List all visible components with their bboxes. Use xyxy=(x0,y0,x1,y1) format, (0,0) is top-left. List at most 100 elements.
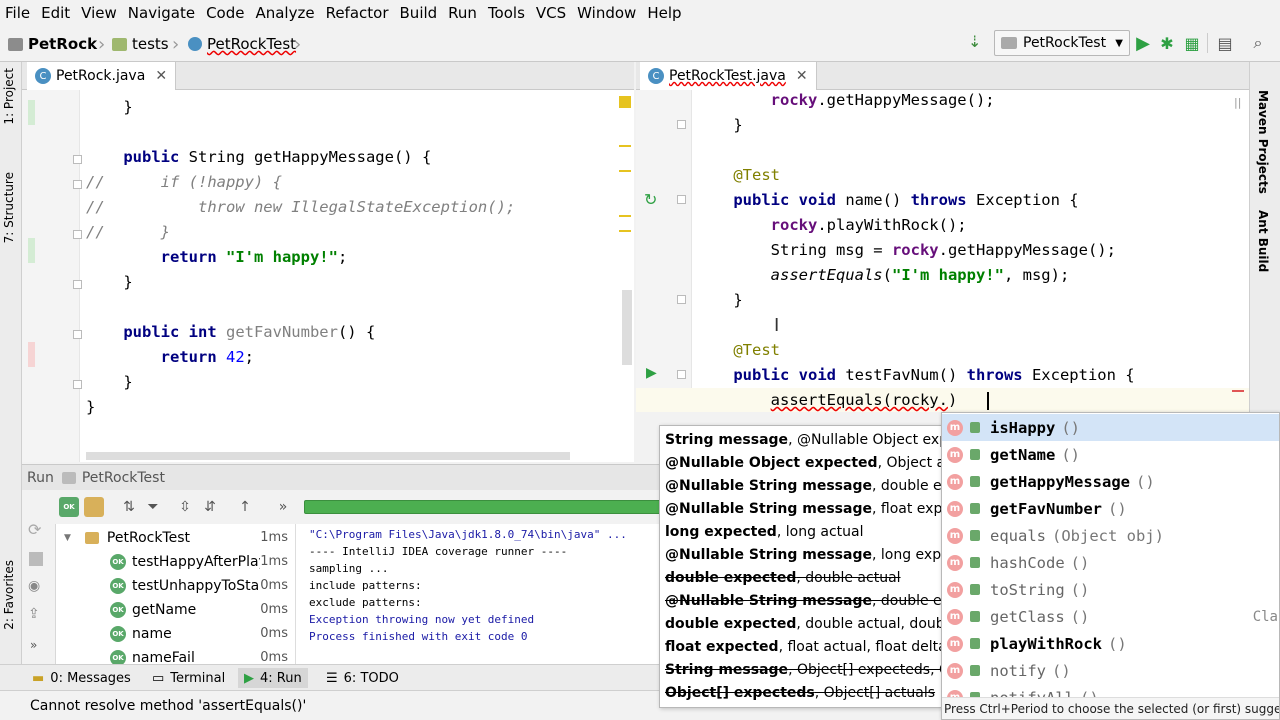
test-row[interactable]: OK nameFail 0ms xyxy=(110,646,294,664)
collapse-all-icon[interactable]: ⇵ xyxy=(200,497,220,517)
run-console[interactable]: "C:\Program Files\Java\jdk1.8.0_74\bin\j… xyxy=(296,524,660,664)
fold-icon[interactable] xyxy=(677,370,686,379)
tool-tab-todo[interactable]: ☰ 6: TODO xyxy=(320,668,405,688)
more-icon[interactable]: » xyxy=(273,497,293,517)
fold-icon[interactable] xyxy=(73,155,82,164)
menu-view[interactable]: View xyxy=(76,4,123,22)
public-visibility-icon xyxy=(970,449,980,460)
completion-item[interactable]: m getClass () Cla xyxy=(942,603,1279,630)
run-config-select[interactable]: PetRockTest ▼ xyxy=(994,30,1130,56)
fold-icon[interactable] xyxy=(73,230,82,239)
test-row[interactable]: OK getName 0ms xyxy=(110,598,294,622)
more-icon[interactable]: » xyxy=(30,638,37,652)
fold-icon[interactable] xyxy=(73,380,82,389)
menu-code[interactable]: Code xyxy=(201,4,250,22)
completion-item[interactable]: m isHappy () xyxy=(942,414,1279,441)
fold-icon[interactable] xyxy=(677,195,686,204)
fold-icon[interactable] xyxy=(73,280,82,289)
show-ignored-toggle[interactable] xyxy=(84,497,104,517)
fold-icon[interactable] xyxy=(73,180,82,189)
menu-build[interactable]: Build xyxy=(395,4,444,22)
search-icon[interactable]: ⌕ xyxy=(1248,33,1268,53)
vertical-scrollbar[interactable] xyxy=(622,290,632,365)
completion-method-args: (Object obj) xyxy=(1052,526,1164,545)
completion-item[interactable]: m toString () xyxy=(942,576,1279,603)
completion-item[interactable]: m equals (Object obj) xyxy=(942,522,1279,549)
breadcrumb-separator-icon: › xyxy=(172,34,180,55)
code-token: Exception { xyxy=(1031,366,1135,384)
tool-tab-terminal[interactable]: ▭ Terminal xyxy=(146,668,231,688)
fold-icon[interactable] xyxy=(677,120,686,129)
breadcrumb-tests[interactable]: tests xyxy=(112,34,169,54)
expand-arrow-icon[interactable]: ▼ xyxy=(64,526,71,550)
close-icon[interactable]: ✕ xyxy=(155,68,167,84)
tool-tab-project[interactable]: 1: Project xyxy=(2,68,16,125)
completion-item[interactable]: m playWithRock () xyxy=(942,630,1279,657)
coverage-icon[interactable]: ▦ xyxy=(1182,33,1202,53)
code-line: } xyxy=(86,270,132,295)
menu-run[interactable]: Run xyxy=(443,4,483,22)
menu-tools[interactable]: Tools xyxy=(483,4,531,22)
completion-item[interactable]: m getFavNumber () xyxy=(942,495,1279,522)
tool-tab-maven[interactable]: Maven Projects xyxy=(1256,90,1270,194)
close-icon[interactable]: ✕ xyxy=(796,68,808,84)
menu-navigate[interactable]: Navigate xyxy=(123,4,201,22)
completion-method-name: getName xyxy=(990,445,1056,464)
tool-tab-structure[interactable]: 7: Structure xyxy=(2,172,16,243)
export-icon[interactable]: ⇪ xyxy=(28,606,40,622)
menu-file[interactable]: File xyxy=(0,4,36,22)
tool-tab-ant[interactable]: Ant Build xyxy=(1256,210,1270,272)
run-test-icon[interactable]: ▶ xyxy=(646,365,657,381)
code-token: .getHappyMessage(); xyxy=(938,241,1116,259)
test-row[interactable]: OK testHappyAfterPlay 1ms xyxy=(110,550,294,574)
menu-window[interactable]: Window xyxy=(572,4,642,22)
tool-tab-messages[interactable]: ▬ 0: Messages xyxy=(26,668,137,688)
snapshot-icon[interactable]: ◉ xyxy=(28,578,40,594)
code-token: rocky xyxy=(696,216,818,234)
completion-item[interactable]: m hashCode () xyxy=(942,549,1279,576)
public-visibility-icon xyxy=(970,476,980,487)
test-row[interactable]: OK name 0ms xyxy=(110,622,294,646)
menu-help[interactable]: Help xyxy=(642,4,687,22)
completion-item[interactable]: m notify () xyxy=(942,657,1279,684)
test-results-tree[interactable]: ▼ PetRockTest 1ms OK testHappyAfterPlay 1ms OK… xyxy=(56,524,296,664)
horizontal-scrollbar[interactable] xyxy=(86,452,570,460)
sort-duration-icon[interactable]: ⏷ xyxy=(143,497,163,517)
menu-refactor[interactable]: Refactor xyxy=(321,4,395,22)
fold-icon[interactable] xyxy=(677,295,686,304)
menu-analyze[interactable]: Analyze xyxy=(250,4,320,22)
debug-icon[interactable]: ✱ xyxy=(1157,33,1177,53)
run-test-rerun-icon[interactable]: ↻ xyxy=(644,190,657,209)
editor-tab-petrock[interactable]: C PetRock.java ✕ xyxy=(27,62,177,90)
code-completion-popup[interactable]: m isHappy () m getName () m getHappyMessage () m g… xyxy=(941,412,1280,720)
menu-edit[interactable]: Edit xyxy=(36,4,76,22)
right-editor[interactable]: ↻ ▶ rocky.getHappyMessage(); } @Test pub… xyxy=(636,90,1249,412)
fold-icon[interactable] xyxy=(73,330,82,339)
menu-vcs[interactable]: VCS xyxy=(531,4,572,22)
project-structure-icon[interactable]: ▤ xyxy=(1215,33,1235,53)
show-passed-toggle[interactable]: OK xyxy=(59,497,79,517)
run-icon[interactable]: ▶ xyxy=(1133,33,1153,54)
vcs-update-icon[interactable]: ⇣ xyxy=(968,32,981,51)
left-editor[interactable]: } public String getHappyMessage() {// if… xyxy=(22,90,634,462)
code-token: testFavNum() xyxy=(845,366,967,384)
completion-item[interactable]: m getHappyMessage () xyxy=(942,468,1279,495)
test-name: name xyxy=(132,626,172,642)
parameter-rest: , float expe xyxy=(871,501,951,517)
tool-tab-favorites[interactable]: 2: Favorites xyxy=(2,560,16,630)
expand-all-icon[interactable]: ⇳ xyxy=(175,497,195,517)
completion-method-args: () xyxy=(1061,445,1080,464)
breadcrumb-project[interactable]: PetRock xyxy=(8,34,97,54)
test-row[interactable]: OK testUnhappyToStart 0ms xyxy=(110,574,294,598)
test-suite-row[interactable]: ▼ PetRockTest 1ms xyxy=(64,526,294,550)
editor-tab-petrocktest[interactable]: C PetRockTest.java ✕ xyxy=(640,62,817,90)
sort-alpha-icon[interactable]: ⇅ xyxy=(119,497,139,517)
code-line: rocky.getHappyMessage(); xyxy=(696,90,995,113)
console-line: sampling ... xyxy=(309,562,389,575)
parameter-signature: double expected, double actual xyxy=(665,567,901,590)
previous-test-icon[interactable]: ↑ xyxy=(235,497,255,517)
completion-item[interactable]: m getName () xyxy=(942,441,1279,468)
stop-icon[interactable] xyxy=(29,552,43,566)
breadcrumb-class[interactable]: PetRockTest xyxy=(188,34,296,54)
tool-tab-run[interactable]: ▶ 4: Run xyxy=(238,668,308,688)
